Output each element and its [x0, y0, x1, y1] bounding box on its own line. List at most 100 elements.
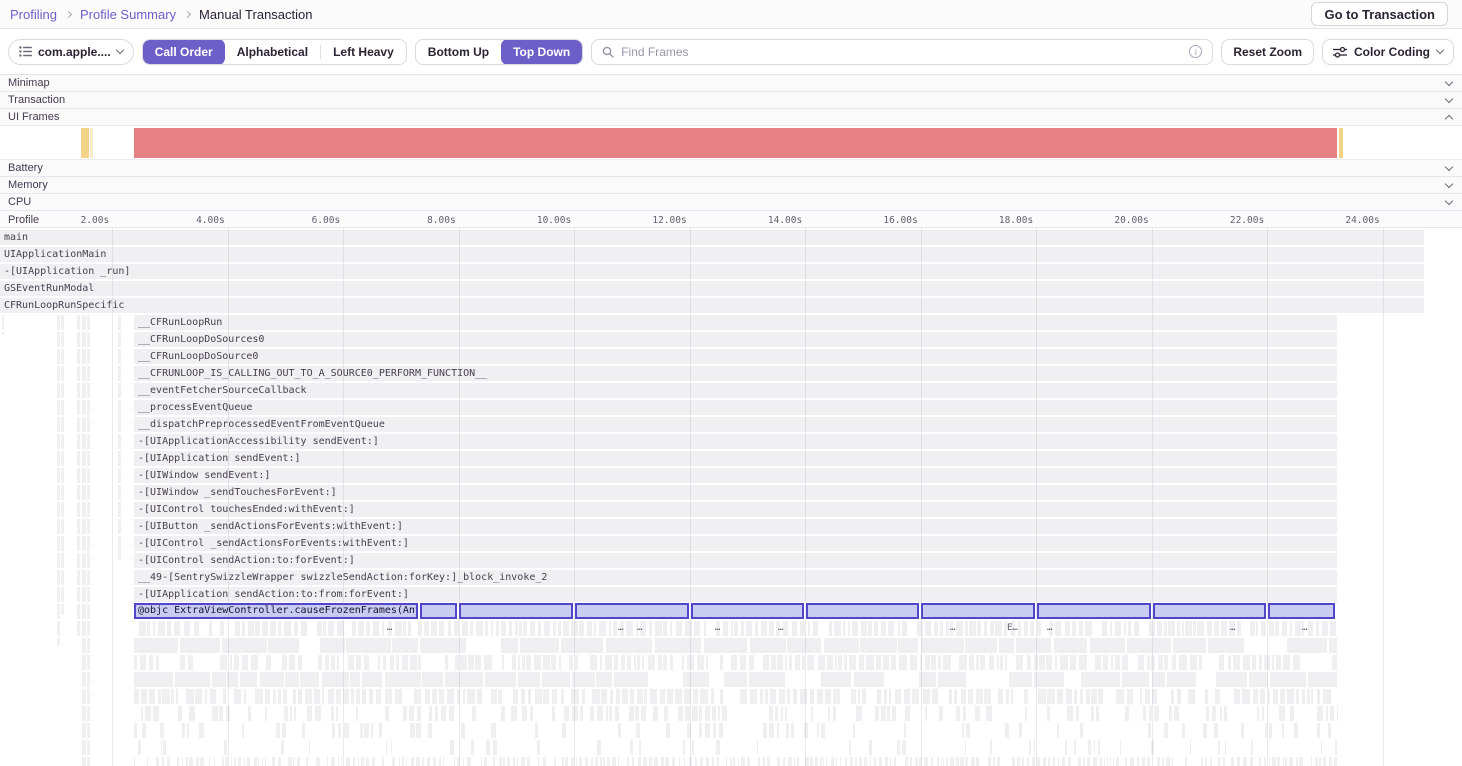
frame-bar-small[interactable]	[1094, 740, 1095, 755]
frame-bar-small[interactable]	[769, 621, 774, 636]
frame-bar-small[interactable]	[1090, 638, 1125, 653]
frame-bar-small[interactable]	[606, 706, 608, 721]
frame-bar-small[interactable]	[998, 689, 1004, 704]
frame-bar-small[interactable]	[969, 655, 974, 670]
frame-bar-small[interactable]	[1265, 723, 1267, 738]
frame-bar-small[interactable]	[1167, 672, 1196, 687]
selected-frame-segment[interactable]	[1153, 603, 1266, 619]
frame-bar-small[interactable]	[1095, 655, 1102, 670]
frame-bar-small[interactable]	[815, 757, 818, 766]
frame-bar-small[interactable]	[462, 621, 468, 636]
frame-bar-small[interactable]	[513, 689, 519, 704]
frame-bar-small[interactable]	[178, 706, 182, 721]
frame-bar-small[interactable]	[685, 621, 692, 636]
frame-bar-small[interactable]	[1098, 689, 1103, 704]
frame-bar-small[interactable]	[590, 655, 597, 670]
frame-bar-small[interactable]	[925, 621, 932, 636]
selected-frame-segment[interactable]	[420, 603, 457, 619]
frame-bar-small[interactable]	[852, 621, 858, 636]
frame-bar-small[interactable]	[648, 655, 655, 670]
frame-bar-small[interactable]	[262, 621, 268, 636]
frame-bar-small[interactable]	[1086, 689, 1089, 704]
frame-bar[interactable]: -[UIControl _sendActionsForEvents:withEv…	[134, 536, 1337, 551]
frame-bar-small[interactable]	[923, 689, 931, 704]
frame-bar-small[interactable]	[1060, 655, 1068, 670]
frame-bar-small[interactable]	[1079, 621, 1084, 636]
frame-bar-small[interactable]	[712, 706, 716, 721]
frame-bar-small[interactable]	[485, 672, 516, 687]
frame-bar-small[interactable]	[1233, 655, 1240, 670]
frame-bar-small[interactable]	[905, 757, 908, 766]
frame-bar-small[interactable]	[783, 621, 789, 636]
frame-bar-small[interactable]	[931, 757, 934, 766]
frame-bar-small[interactable]	[1149, 621, 1155, 636]
frame-bar-small[interactable]	[643, 757, 646, 766]
frame-bar-small[interactable]	[226, 706, 231, 721]
frame-bar-small[interactable]	[779, 689, 786, 704]
frame-bar-small[interactable]	[461, 723, 465, 738]
frame-bar-small[interactable]	[186, 689, 194, 704]
frame-bar-small[interactable]	[661, 757, 664, 766]
frame-bar-small[interactable]	[352, 621, 357, 636]
frame-bar-small[interactable]	[273, 689, 277, 704]
frame-bar-small[interactable]	[1043, 757, 1046, 766]
frame-bar-small[interactable]	[1081, 672, 1120, 687]
frame-bar-small[interactable]	[443, 757, 444, 766]
frame-bar-small[interactable]	[418, 621, 423, 636]
frame-bar-small[interactable]	[683, 672, 709, 687]
frame-bar-small[interactable]	[630, 740, 633, 755]
frame-bar-small[interactable]	[272, 757, 275, 766]
frame-bar-small[interactable]	[562, 723, 566, 738]
frame-bar-small[interactable]	[1057, 689, 1063, 704]
ui-frames-track[interactable]	[0, 126, 1462, 160]
frame-bar-small[interactable]	[1250, 757, 1253, 766]
frame-bar[interactable]: main	[0, 230, 1424, 245]
frame-bar-small[interactable]	[174, 621, 181, 636]
frame-bar-small[interactable]	[140, 655, 146, 670]
frame-bar-small[interactable]	[364, 655, 369, 670]
frame-bar-small[interactable]	[512, 655, 516, 670]
frame-bar-small[interactable]	[1038, 689, 1046, 704]
frame-bar-small[interactable]	[501, 621, 506, 636]
frame-bar-small[interactable]	[1308, 672, 1337, 687]
frame-bar-small[interactable]	[1177, 621, 1180, 636]
frame-bar-small[interactable]	[1261, 621, 1266, 636]
frame-bar-small[interactable]	[1337, 706, 1338, 721]
frame-bar[interactable]: -[UIApplication sendEvent:]	[134, 451, 1337, 466]
frame-bar-small[interactable]	[210, 689, 215, 704]
frame-bar-small[interactable]	[1172, 655, 1176, 670]
frame-bar-small[interactable]	[835, 655, 837, 670]
frame-bar-small[interactable]	[591, 757, 593, 766]
frame-bar-small[interactable]	[162, 689, 169, 704]
frame-bar-small[interactable]	[1046, 655, 1052, 670]
frame-bar-small[interactable]	[730, 757, 732, 766]
frame-bar-small[interactable]	[956, 706, 960, 721]
frame-bar-small[interactable]	[890, 757, 892, 766]
frame-bar-small[interactable]	[885, 757, 888, 766]
frame-bar-small[interactable]	[1203, 723, 1208, 738]
find-frames-search[interactable]: i	[591, 39, 1213, 65]
selected-frame-segment[interactable]: @objc ExtraViewController.causeFrozenFra…	[134, 603, 418, 619]
frame-bar-small[interactable]	[134, 689, 139, 704]
frame-bar-small[interactable]	[1074, 689, 1077, 704]
frame-bar-small[interactable]	[161, 740, 162, 755]
frame-bar-small[interactable]	[417, 706, 421, 721]
frame-bar-small[interactable]	[989, 655, 995, 670]
frame-bar-small[interactable]	[477, 689, 482, 704]
frame-bar-small[interactable]	[734, 621, 738, 636]
frame-bar-small[interactable]	[892, 706, 896, 721]
frame-bar-small[interactable]	[175, 672, 210, 687]
frame-bar-small[interactable]	[433, 757, 436, 766]
frame-bar-small[interactable]	[627, 757, 629, 766]
frame-bar-small[interactable]	[290, 706, 293, 721]
frame-bar-small[interactable]	[1037, 621, 1042, 636]
frame-bar-small[interactable]	[449, 706, 455, 721]
frame-bar-small[interactable]	[1319, 757, 1321, 766]
frame-bar-small[interactable]	[362, 672, 383, 687]
frame-bar-small[interactable]	[920, 655, 923, 670]
frame-bar-small[interactable]	[463, 689, 466, 704]
frame-bar-small[interactable]	[242, 723, 244, 738]
frame-bar-small[interactable]	[1157, 621, 1161, 636]
frame-bar-small[interactable]	[301, 621, 307, 636]
frame-bar-small[interactable]	[689, 757, 692, 766]
